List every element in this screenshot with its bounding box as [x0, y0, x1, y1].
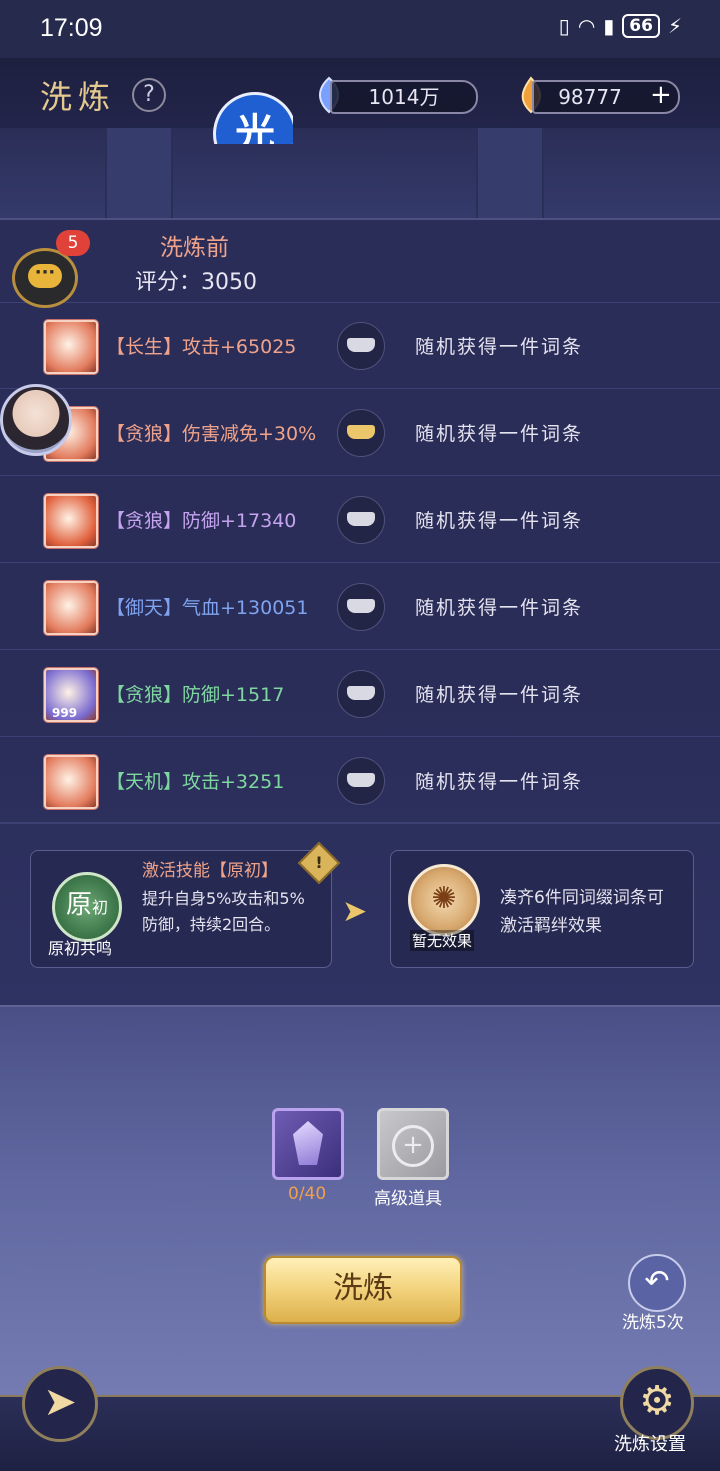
attribute-text: 【天机】攻击+3251 [106, 767, 284, 794]
lock-icon [347, 425, 375, 439]
attribute-stat: 攻击+3251 [182, 771, 285, 793]
lock-icon [347, 686, 375, 700]
advanced-item-label: 高级道具 [374, 1189, 442, 1209]
attribute-row: 【贪狼】防御+17340 随机获得一件词条 [0, 476, 720, 563]
vibrate-icon: ▯ [558, 14, 570, 38]
status-time: 17:09 [40, 14, 103, 42]
skill-description: 提升自身5%攻击和5%防御，持续2回合。 [142, 889, 305, 934]
attribute-stat: 气血+130051 [182, 597, 309, 619]
character-avatar[interactable] [0, 384, 72, 456]
attribute-prefix: 【长生】 [106, 336, 183, 358]
lock-icon [347, 338, 375, 352]
random-entry-text: 随机获得一件词条 [415, 510, 584, 532]
attribute-text: 【贪狼】伤害减免+30% [106, 419, 316, 446]
lock-toggle[interactable] [337, 670, 385, 718]
attribute-row: 【长生】攻击+65025 随机获得一件词条 [0, 302, 720, 389]
random-entry-text: 随机获得一件词条 [415, 771, 584, 793]
wash-crystal-item[interactable] [272, 1108, 344, 1180]
lock-toggle[interactable] [337, 322, 385, 370]
lock-toggle[interactable] [337, 496, 385, 544]
attribute-stat: 防御+1517 [182, 684, 285, 706]
lock-toggle[interactable] [337, 757, 385, 805]
attribute-prefix: 【天机】 [106, 771, 183, 793]
random-entry-text: 随机获得一件词条 [415, 336, 584, 358]
bond-status: 暂无效果 [410, 930, 475, 951]
attribute-prefix: 【贪狼】 [106, 423, 183, 445]
gear-icon[interactable]: ⚙ [620, 1366, 694, 1440]
random-entry-text: 随机获得一件词条 [415, 597, 584, 619]
item-count: 999 [52, 706, 78, 720]
add-currency-button[interactable]: + [650, 82, 672, 108]
help-icon[interactable]: ? [132, 78, 166, 112]
page-title: 洗炼 [40, 78, 117, 116]
equipment-icon[interactable]: 999 [44, 668, 98, 722]
origin-skill-icon[interactable]: 原初 [52, 872, 122, 942]
plus-circle-icon: + [392, 1125, 434, 1167]
score-text: 评分：3050 [135, 270, 258, 295]
wash-button[interactable]: 洗炼 [264, 1256, 462, 1324]
random-entry-text: 随机获得一件词条 [415, 684, 584, 706]
chat-bubble-icon: ··· [28, 264, 62, 288]
crystal-icon [293, 1121, 323, 1165]
attribute-prefix: 【贪狼】 [106, 684, 183, 706]
chat-badge: 5 [56, 230, 90, 256]
equipment-icon[interactable] [44, 755, 98, 809]
attribute-text: 【贪狼】防御+17340 [106, 506, 296, 533]
before-label: 洗炼前 [160, 235, 229, 261]
equipment-icon[interactable] [44, 320, 98, 374]
wifi-icon: ◠ [577, 14, 596, 38]
lock-icon [347, 773, 375, 787]
attribute-row: 999 【贪狼】防御+1517 随机获得一件词条 [0, 650, 720, 737]
attribute-stat: 攻击+65025 [182, 336, 297, 358]
status-icons: ▯ ◠ ▮ 66 ⚡ [559, 14, 682, 38]
advanced-item-slot[interactable]: + [377, 1108, 449, 1180]
back-arrow-icon[interactable]: ➤ [22, 1366, 98, 1442]
attribute-stat: 伤害减免+30% [182, 423, 317, 445]
equipment-icon[interactable] [44, 581, 98, 635]
attribute-text: 【贪狼】防御+1517 [106, 680, 284, 707]
origin-resonance-label: 原初共鸣 [48, 939, 113, 958]
decor-pillar [476, 128, 544, 218]
attribute-row: 【天机】攻击+3251 随机获得一件词条 [0, 737, 720, 824]
equipment-icon[interactable] [44, 494, 98, 548]
wash-five-button[interactable]: 洗炼5次 [622, 1308, 684, 1333]
decor-pillar [105, 128, 173, 218]
lock-toggle[interactable] [337, 409, 385, 457]
battery-indicator: 66 [622, 14, 660, 38]
signal-icon: ▮ [603, 14, 615, 38]
wash-settings-button[interactable]: 洗炼设置 [614, 1430, 686, 1456]
skill-title: 激活技能【原初】 [142, 861, 278, 881]
chat-button[interactable]: ··· [12, 248, 78, 308]
charging-icon: ⚡ [667, 14, 682, 38]
arrow-right-icon: ➤ [342, 894, 368, 929]
attribute-row: 【御天】气血+130051 随机获得一件词条 [0, 563, 720, 650]
lock-icon [347, 512, 375, 526]
lock-toggle[interactable] [337, 583, 385, 631]
divider [0, 823, 720, 824]
currency-spirit: 1014万 [330, 80, 478, 114]
attribute-prefix: 【贪狼】 [106, 510, 183, 532]
attribute-row: 【贪狼】伤害减免+30% 随机获得一件词条 [0, 389, 720, 476]
attribute-text: 【御天】气血+130051 [106, 593, 308, 620]
element-badge: 光 [213, 92, 293, 144]
undo-arrow-icon[interactable]: ↶ [628, 1254, 686, 1312]
divider [0, 822, 720, 823]
crystal-count: 0/40 [288, 1184, 327, 1204]
attribute-prefix: 【御天】 [106, 597, 183, 619]
lock-icon [347, 599, 375, 613]
attribute-stat: 防御+17340 [182, 510, 297, 532]
attribute-text: 【长生】攻击+65025 [106, 332, 296, 359]
random-entry-text: 随机获得一件词条 [415, 423, 584, 445]
flame-bond-icon[interactable]: ✺ [408, 864, 480, 936]
bond-description: 凑齐6件同词缀词条可激活羁绊效果 [500, 888, 664, 936]
bottom-bar [0, 1395, 720, 1471]
